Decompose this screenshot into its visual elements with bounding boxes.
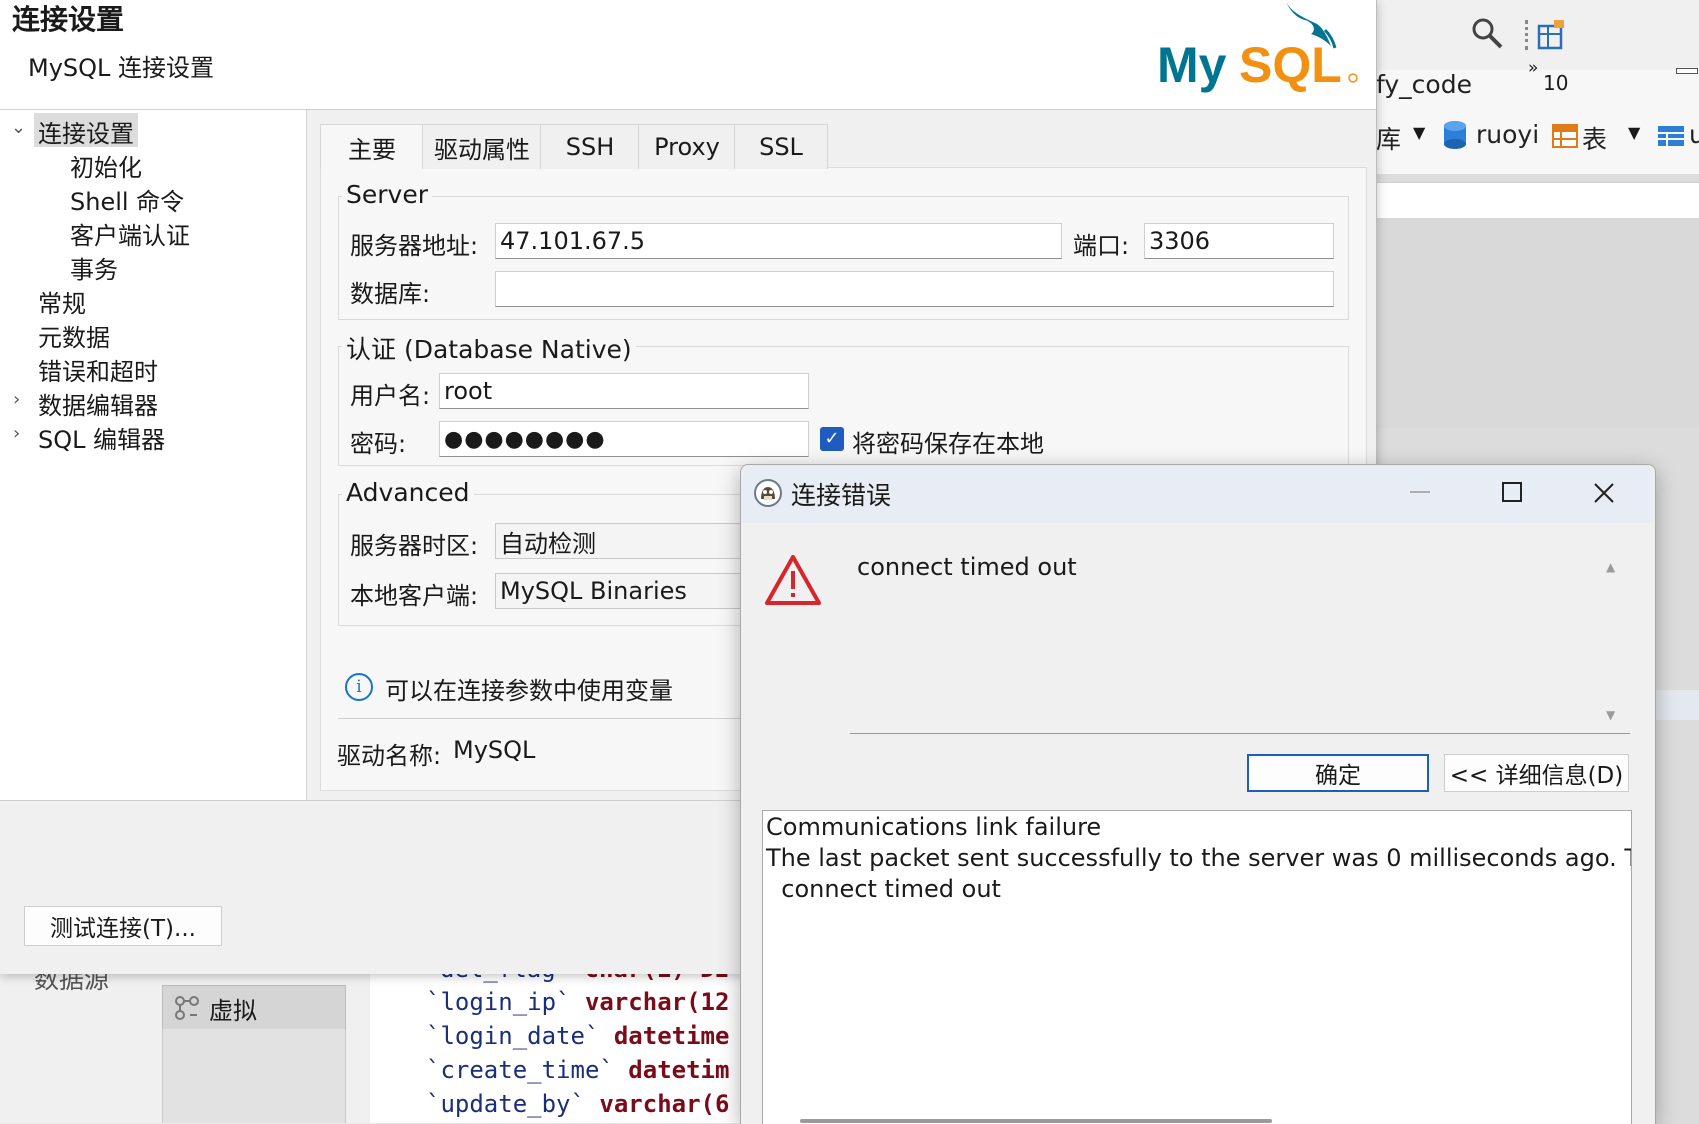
tab-virtual-label: 虚拟 bbox=[209, 997, 257, 1025]
nav-item-sql-editor[interactable]: SQL 编辑器 bbox=[38, 420, 165, 455]
port-label: 端口: bbox=[1073, 232, 1130, 260]
driver-name-value: MySQL bbox=[453, 736, 536, 764]
more-tabs-chevron-icon[interactable]: » bbox=[1528, 58, 1538, 78]
layout-icon[interactable] bbox=[1536, 18, 1566, 50]
nav-item-connection-settings[interactable]: 连接设置 bbox=[38, 114, 134, 149]
minimize-icon[interactable] bbox=[1676, 68, 1698, 74]
tab-ssl[interactable]: SSL bbox=[734, 124, 828, 169]
dialog-title: 连接错误 bbox=[791, 481, 892, 510]
scroll-down-icon[interactable]: ▼ bbox=[1606, 708, 1615, 722]
chevron-right-icon[interactable]: › bbox=[13, 423, 20, 444]
tab-driver-properties[interactable]: 驱动属性 bbox=[422, 124, 542, 169]
info-icon: i bbox=[345, 673, 373, 701]
nav-item-general[interactable]: 常规 bbox=[38, 284, 86, 319]
error-message: connect timed out bbox=[857, 553, 1077, 581]
chevron-right-icon[interactable]: › bbox=[13, 389, 20, 410]
details-line: The last packet sent successfully to the… bbox=[766, 844, 1632, 872]
search-icon[interactable] bbox=[1470, 16, 1504, 50]
save-password-checkbox[interactable]: ✓ bbox=[820, 427, 844, 451]
table-icon bbox=[1552, 124, 1578, 148]
database-label: 数据库: bbox=[350, 280, 431, 308]
nav-item-errors-timeouts[interactable]: 错误和超时 bbox=[38, 352, 158, 387]
code-line: `login_ip` varchar(12 bbox=[426, 988, 730, 1016]
username-label: 用户名: bbox=[350, 382, 431, 410]
chevron-down-icon[interactable]: ▼ bbox=[1413, 123, 1425, 142]
chevron-down-icon[interactable]: ⌄ bbox=[11, 117, 26, 138]
page-title: 连接设置 bbox=[12, 3, 125, 36]
sql-code-view[interactable]: del_flag char(1) DE `login_ip` varchar(1… bbox=[370, 955, 750, 1123]
timezone-label: 服务器时区: bbox=[350, 532, 479, 560]
toolbar-grip bbox=[1525, 20, 1532, 50]
tab-ssh[interactable]: SSH bbox=[540, 124, 640, 169]
database-input[interactable] bbox=[495, 271, 1334, 307]
editor-filter-bar[interactable] bbox=[1376, 182, 1699, 220]
nav-item-data-editor[interactable]: 数据编辑器 bbox=[38, 386, 158, 421]
virtual-icon bbox=[175, 996, 199, 1020]
auth-group-title: 认证 (Database Native) bbox=[342, 330, 636, 366]
tab-proxy[interactable]: Proxy bbox=[638, 124, 736, 169]
code-line: `create_time` datetim bbox=[426, 1056, 730, 1084]
password-input[interactable]: ●●●●●●●● bbox=[439, 421, 809, 457]
code-line: `update_by` varchar(6 bbox=[426, 1090, 730, 1118]
tab-strip: 主要 驱动属性 SSH Proxy SSL bbox=[320, 124, 828, 169]
driver-name-label: 驱动名称: bbox=[337, 742, 442, 770]
breadcrumb-db[interactable]: 库 bbox=[1376, 120, 1401, 156]
minimize-icon[interactable] bbox=[1408, 480, 1432, 504]
host-input[interactable]: 47.101.67.5 bbox=[495, 223, 1062, 259]
test-connection-button[interactable]: 测试连接(T)... bbox=[24, 906, 222, 946]
nav-item-shell-commands[interactable]: Shell 命令 bbox=[70, 182, 184, 217]
maximize-icon[interactable] bbox=[1500, 480, 1524, 504]
ok-button[interactable]: 确定 bbox=[1247, 754, 1429, 792]
scroll-up-icon[interactable]: ▲ bbox=[1606, 560, 1615, 574]
host-label: 服务器地址: bbox=[350, 232, 479, 260]
details-line: Communications link failure bbox=[766, 813, 1102, 841]
details-toggle-button[interactable]: << 详细信息(D) bbox=[1444, 754, 1629, 792]
editor-tab-label[interactable]: fy_code bbox=[1376, 70, 1472, 99]
nav-item-transactions[interactable]: 事务 bbox=[70, 250, 118, 285]
editor-header: fy_code » 10 库 ▼ ruoyi 表 ▼ u bbox=[1376, 58, 1699, 174]
page-subtitle: MySQL 连接设置 bbox=[28, 54, 215, 82]
error-details-textarea[interactable]: Communications link failure The last pac… bbox=[762, 810, 1632, 1124]
password-label: 密码: bbox=[350, 430, 407, 458]
code-line: `login_date` datetime bbox=[426, 1022, 730, 1050]
username-input[interactable]: root bbox=[439, 373, 809, 409]
nav-item-client-auth[interactable]: 客户端认证 bbox=[70, 216, 190, 251]
tab-main[interactable]: 主要 bbox=[320, 124, 424, 169]
nav-item-init[interactable]: 初始化 bbox=[70, 148, 142, 183]
chevron-down-icon[interactable]: ▼ bbox=[1628, 123, 1640, 142]
breadcrumb-table[interactable]: 表 bbox=[1582, 120, 1607, 156]
advanced-group-title: Advanced bbox=[342, 478, 474, 507]
grid-icon bbox=[1658, 126, 1684, 146]
tab-virtual[interactable]: 虚拟 bbox=[162, 985, 346, 1031]
details-line: connect timed out bbox=[766, 875, 1001, 903]
database-icon bbox=[1444, 121, 1466, 149]
editor-panel bbox=[1376, 218, 1699, 428]
dbeaver-app-icon bbox=[754, 479, 782, 507]
port-input[interactable]: 3306 bbox=[1144, 223, 1334, 259]
editor-highlight bbox=[1654, 690, 1699, 720]
svg-text:SQL: SQL bbox=[1239, 37, 1342, 93]
warning-icon bbox=[765, 555, 821, 605]
breadcrumb-table-name[interactable]: u bbox=[1689, 120, 1699, 149]
more-tabs-count[interactable]: 10 bbox=[1543, 71, 1568, 95]
close-icon[interactable] bbox=[1591, 480, 1617, 506]
details-horizontal-scrollbar[interactable] bbox=[800, 1119, 1272, 1123]
svg-text:My: My bbox=[1157, 37, 1227, 93]
message-scrollbar[interactable] bbox=[1596, 553, 1628, 731]
server-group-title: Server bbox=[342, 180, 432, 209]
mysql-logo: My SQL bbox=[1157, 2, 1358, 93]
local-client-label: 本地客户端: bbox=[350, 582, 479, 610]
nav-item-metadata[interactable]: 元数据 bbox=[38, 318, 110, 353]
variables-hint-link[interactable]: 可以在连接参数中使用变量 bbox=[385, 671, 673, 706]
save-password-label[interactable]: 将密码保存在本地 bbox=[852, 424, 1044, 459]
breadcrumb-schema[interactable]: ruoyi bbox=[1476, 120, 1539, 149]
virtual-panel bbox=[162, 1029, 346, 1123]
